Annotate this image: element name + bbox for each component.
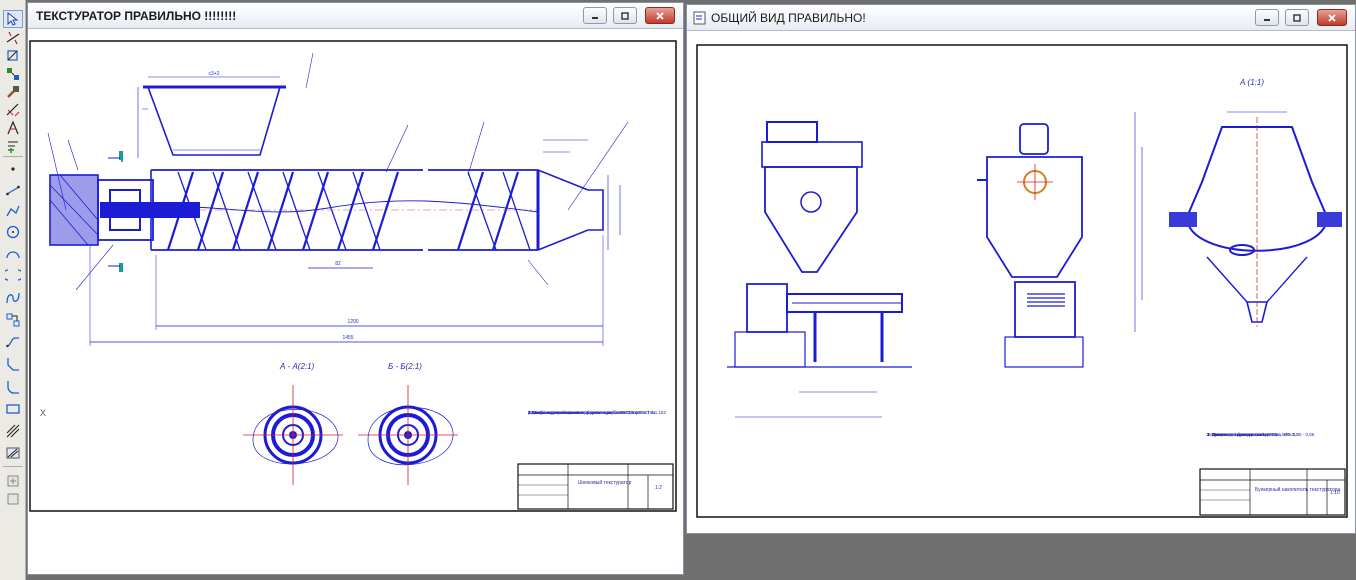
spline-icon[interactable] <box>3 289 23 307</box>
select-icon[interactable] <box>3 119 23 137</box>
stamp-scale: 1:2 <box>655 485 662 491</box>
dimension-icon[interactable] <box>3 29 23 47</box>
insert-icon[interactable] <box>3 472 23 490</box>
section-a-label: А - А(2:1) <box>280 362 315 371</box>
restore-icon <box>1293 13 1301 22</box>
segment-icon[interactable] <box>3 181 23 199</box>
minimize-icon <box>592 16 598 19</box>
auxiliary-line-icon[interactable] <box>3 311 23 329</box>
close-icon <box>656 11 664 20</box>
geometry-icon[interactable] <box>3 47 23 65</box>
measure-icon[interactable] <box>3 101 23 119</box>
stamp-title: Бункерный накопитель текстуратора <box>1255 487 1341 493</box>
view-a-label: А (1:1) <box>1240 78 1265 87</box>
window-title: ОБЩИЙ ВИД ПРАВИЛЬНО! <box>711 11 866 25</box>
stamp-title: Шнековый текстуратор <box>578 480 632 486</box>
select-pointer-icon[interactable] <box>3 10 23 28</box>
close-icon <box>1328 13 1336 22</box>
minimize-icon <box>1264 18 1270 21</box>
ellipse-icon[interactable] <box>3 266 23 284</box>
drawing-canvas[interactable]: А (1:1) Техническая характеристика 1. Пр… <box>687 32 1355 533</box>
restore-button[interactable] <box>1285 9 1309 26</box>
parameterize-icon[interactable] <box>3 83 23 101</box>
point-icon[interactable] <box>3 160 23 178</box>
toolbar-separator <box>3 156 23 157</box>
stamp-scale: 1:10 <box>1330 490 1340 496</box>
specification-icon[interactable] <box>3 137 23 155</box>
chamfer-icon[interactable] <box>3 355 23 373</box>
circle-icon[interactable] <box>3 223 23 241</box>
close-button[interactable] <box>645 7 675 24</box>
svg-text:с3+2: с3+2 <box>209 71 220 77</box>
section-b-label: Б - Б(2:1) <box>388 362 422 371</box>
tech-note: размеры и данные выше относятся к рабочи… <box>528 410 656 415</box>
vertical-toolbar <box>0 0 26 580</box>
document-icon <box>693 11 706 25</box>
arc-icon[interactable] <box>3 244 23 262</box>
polyline-icon[interactable] <box>3 202 23 220</box>
rectangle-icon[interactable] <box>3 400 23 418</box>
svg-text:1455: 1455 <box>342 335 353 341</box>
edit-icon[interactable] <box>3 65 23 83</box>
svg-text:1200: 1200 <box>347 319 358 325</box>
hatch-icon[interactable] <box>3 422 23 440</box>
insert-object-icon[interactable] <box>3 490 23 508</box>
macro-icon[interactable] <box>3 444 23 462</box>
axis-x-label: X <box>40 408 47 418</box>
restore-button[interactable] <box>613 7 637 24</box>
tech-note: 4. Мощность привода текстуратора, кВт 2,… <box>1207 432 1298 437</box>
window-titlebar[interactable]: ОБЩИЙ ВИД ПРАВИЛЬНО! <box>687 5 1355 31</box>
minimize-button[interactable] <box>1255 9 1279 26</box>
close-button[interactable] <box>1317 9 1347 26</box>
drawing-window-general-view[interactable]: ОБЩИЙ ВИД ПРАВИЛЬНО! А (1:1) Техническая… <box>686 4 1356 534</box>
contour-icon[interactable] <box>3 333 23 351</box>
minimize-button[interactable] <box>583 7 607 24</box>
drawing-canvas[interactable]: 1200 1455 с3+2 82 А - А(2:1) Б - Б(2:1) … <box>28 30 683 574</box>
texturator-drawing: 1200 1455 с3+2 82 <box>29 40 677 512</box>
drawing-window-texturator[interactable]: ТЕКСТУРАТОР ПРАВИЛЬНО !!!!!!!! 1200 1455… <box>27 2 684 575</box>
restore-icon <box>621 11 629 20</box>
window-titlebar[interactable]: ТЕКСТУРАТОР ПРАВИЛЬНО !!!!!!!! <box>28 3 683 29</box>
toolbar-separator <box>3 466 23 467</box>
svg-text:82: 82 <box>335 261 341 267</box>
window-title: ТЕКСТУРАТОР ПРАВИЛЬНО !!!!!!!! <box>36 9 237 23</box>
fillet-icon[interactable] <box>3 378 23 396</box>
general-view-drawing <box>696 44 1348 518</box>
